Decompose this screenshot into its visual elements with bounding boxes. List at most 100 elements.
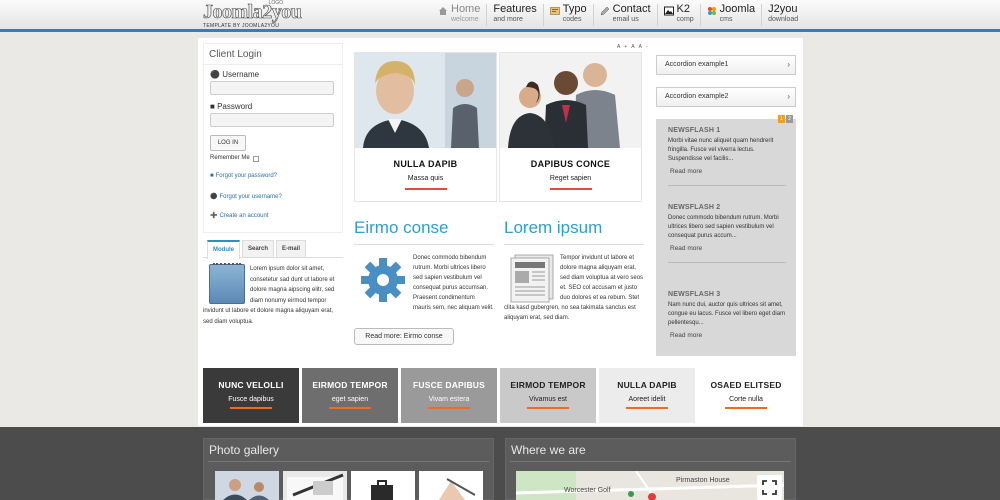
fullscreen-button[interactable]: [757, 475, 782, 500]
lock-icon: ■: [210, 173, 214, 179]
article-body: Tempor invidunt ut labore et dolore magn…: [504, 253, 644, 323]
tile[interactable]: NUNC VELOLLI Fusce dapibus: [203, 368, 299, 423]
nav-title: Joomla: [719, 3, 756, 15]
feature-card[interactable]: NULLA DAPIB Massa quis: [354, 52, 497, 202]
tile-subtitle: eget sapien: [331, 396, 369, 403]
password-input[interactable]: [210, 113, 334, 127]
font-increase-button[interactable]: A+: [617, 44, 631, 50]
home-icon: [439, 7, 447, 15]
logo-small-text: LOGO: [268, 0, 283, 6]
divider: [668, 185, 786, 186]
nav-item-k2[interactable]: K2 comp: [658, 4, 701, 26]
tile[interactable]: NULLA DAPIB Aoreet idelit: [599, 368, 695, 423]
tile-accent-bar: [527, 407, 569, 409]
tile-subtitle: Fusce dapibus: [228, 396, 274, 403]
card-subtitle: Massa quis: [407, 175, 444, 182]
article-title[interactable]: Lorem ipsum: [504, 218, 644, 240]
nav-item-j2you[interactable]: J2you download: [762, 4, 804, 26]
tile-title: FUSCE DAPIBUS: [412, 380, 486, 390]
article-text: Donec commodo bibendum rutrum. Morbi ult…: [413, 255, 494, 311]
tile-accent-bar: [626, 407, 668, 409]
gallery-thumbnail[interactable]: [215, 471, 279, 500]
user-icon: ⚫: [210, 194, 218, 200]
username-label: ⚫ Username: [204, 65, 342, 79]
username-input[interactable]: [210, 81, 334, 95]
map-title: Where we are: [511, 443, 586, 457]
card-accent-bar: [404, 188, 447, 190]
newsflash-text: Donec commodo bibendum rutrum. Morbi ult…: [668, 215, 779, 239]
newsflash-item: NEWSFLASH 3 Nam nunc dui, auctor quis ul…: [668, 291, 786, 339]
divider: [510, 461, 791, 462]
newsflash-item: NEWSFLASH 2 Donec commodo bibendum rutru…: [668, 204, 786, 263]
newsflash-pagination: 1 2: [778, 115, 793, 123]
fullscreen-icon: [762, 480, 777, 495]
gallery-thumbnail[interactable]: [351, 471, 415, 500]
newsflash-page-2[interactable]: 2: [786, 115, 793, 123]
nav-item-typo[interactable]: Typo codes: [544, 4, 594, 26]
divider: [208, 461, 489, 462]
article: Eirmo conse Donec commodo bibendum rutru…: [354, 218, 494, 313]
main-nav: Home welcome Features and more Typo codes C…: [432, 4, 804, 26]
tile-title: NULLA DAPIB: [617, 380, 677, 390]
newsflash-text: Nam nunc dui, auctor quis ultrices sit a…: [668, 302, 786, 326]
article-divider: [504, 244, 644, 245]
feature-card[interactable]: DAPIBUS CONCE Reget sapien: [499, 52, 642, 202]
tab-email[interactable]: E-mail: [276, 240, 307, 257]
accordion-item[interactable]: Accordion example2 ›: [656, 87, 796, 107]
create-account-link[interactable]: ➕ Create an account: [204, 212, 275, 220]
tab-module[interactable]: Module: [207, 240, 240, 259]
gallery-thumbnail[interactable]: [419, 471, 483, 500]
newsflash-title: NEWSFLASH 3: [668, 291, 721, 298]
tile[interactable]: OSAED ELITSED Corte nulla: [698, 368, 794, 423]
remember-me-checkbox[interactable]: [252, 156, 259, 162]
accordion-label: Accordion example2: [665, 93, 729, 100]
remember-me[interactable]: Remember Me: [204, 151, 342, 162]
password-label: ■ Password: [204, 95, 342, 111]
nav-item-joomla[interactable]: Joomla cms: [701, 3, 763, 26]
newsflash-page-1[interactable]: 1: [778, 115, 785, 123]
nav-item-contact[interactable]: Contact email us: [594, 4, 658, 26]
tile-title: OSAED ELITSED: [710, 380, 782, 390]
site-logo[interactable]: LOGO Joomla2you TEMPLATE BY JOOMLA2YOU: [203, 0, 302, 30]
font-reset-button[interactable]: A: [631, 44, 638, 50]
font-resize-controls: A+AA-: [617, 44, 652, 50]
nav-title: K2: [676, 3, 691, 15]
article-title[interactable]: Eirmo conse: [354, 218, 494, 240]
gallery-thumbnail[interactable]: [283, 471, 347, 500]
newsflash-read-more[interactable]: Read more: [668, 332, 786, 339]
tile[interactable]: EIRMOD TEMPOR eget sapien: [302, 368, 398, 423]
accordion-item[interactable]: Accordion example1 ›: [656, 55, 796, 75]
tile-title: EIRMOD TEMPOR: [510, 380, 586, 390]
header-bar: LOGO Joomla2you TEMPLATE BY JOOMLA2YOU H…: [0, 0, 1000, 32]
business-team-photo: [500, 53, 641, 148]
card-title: NULLA DAPIB: [393, 159, 458, 169]
login-button[interactable]: LOG IN: [210, 135, 246, 151]
nav-item-features[interactable]: Features and more: [487, 3, 544, 26]
tab-search[interactable]: Search: [242, 240, 275, 257]
footer: [0, 427, 1000, 500]
newsflash-read-more[interactable]: Read more: [668, 168, 786, 175]
tile[interactable]: FUSCE DAPIBUS Vivam estera: [401, 368, 497, 423]
nav-subtitle: codes: [562, 16, 582, 23]
article: Lorem ipsum Tempor invidunt ut labore et…: [504, 218, 644, 323]
typo-icon: [549, 7, 560, 15]
read-more-button[interactable]: Read more: Eirmo conse: [354, 328, 454, 345]
font-decrease-button[interactable]: A-: [639, 44, 652, 50]
nav-item-home[interactable]: Home welcome: [432, 4, 488, 26]
tile-accent-bar: [329, 407, 371, 409]
remember-me-label: Remember Me: [210, 155, 250, 161]
location-map[interactable]: Worcester Golf Pirmaston House: [516, 471, 784, 500]
newsflash-title: NEWSFLASH 2: [668, 204, 721, 211]
tile[interactable]: EIRMOD TEMPOR Vivamus est: [500, 368, 596, 423]
accordion-label: Accordion example1: [665, 61, 729, 68]
newsflash-read-more[interactable]: Read more: [668, 245, 786, 252]
card-photo: [355, 53, 496, 148]
nav-title: Features: [493, 3, 537, 15]
forgot-username-link[interactable]: ⚫ Forgot your username?: [204, 193, 288, 201]
password-label-text: Password: [217, 102, 253, 111]
login-title: Client Login: [204, 44, 342, 65]
chevron-right-icon: ›: [787, 92, 790, 101]
tile-subtitle: Vivamus est: [529, 396, 567, 403]
nav-subtitle: email us: [612, 16, 639, 23]
forgot-password-link[interactable]: ■ Forgot your password?: [204, 173, 283, 179]
